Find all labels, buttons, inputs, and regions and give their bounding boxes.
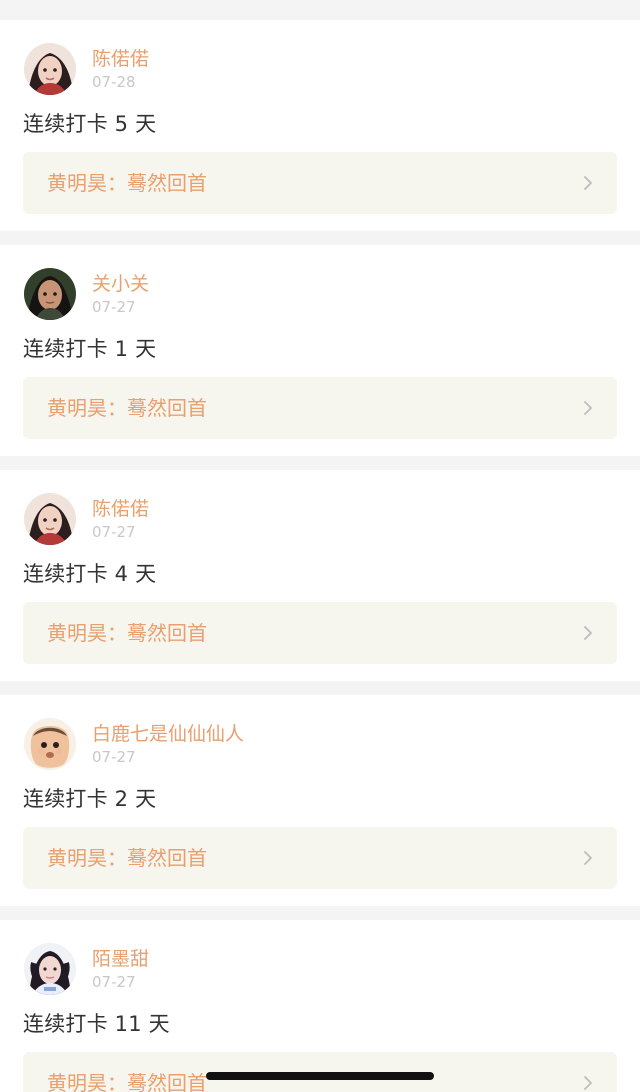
checkin-post: 陌墨甜 07-27 连续打卡 11 天 黄明昊：蓦然回首	[0, 920, 640, 1092]
song-link-card[interactable]: 黄明昊：蓦然回首	[23, 827, 617, 889]
song-link-text: 黄明昊：蓦然回首	[47, 171, 207, 195]
top-gap	[0, 0, 640, 20]
avatar[interactable]	[24, 493, 76, 545]
song-link-card[interactable]: 黄明昊：蓦然回首	[23, 602, 617, 664]
streak-text: 连续打卡 5 天	[23, 112, 157, 136]
checkin-post: 关小关 07-27 连续打卡 1 天 黄明昊：蓦然回首	[0, 245, 640, 456]
chevron-right-icon	[581, 1074, 595, 1092]
song-link-card[interactable]: 黄明昊：蓦然回首	[23, 152, 617, 214]
avatar[interactable]	[24, 718, 76, 770]
home-indicator[interactable]	[206, 1072, 434, 1080]
avatar[interactable]	[24, 43, 76, 95]
chevron-right-icon	[581, 399, 595, 417]
username[interactable]: 关小关	[92, 273, 149, 296]
avatar-icon	[24, 718, 76, 770]
post-header: 陌墨甜 07-27	[23, 942, 617, 996]
post-meta: 关小关 07-27	[92, 268, 149, 320]
post-header: 陈偌偌 07-27	[23, 492, 617, 546]
avatar-icon	[24, 268, 76, 320]
username[interactable]: 白鹿七是仙仙仙人	[92, 723, 244, 746]
checkin-post: 陈偌偌 07-27 连续打卡 4 天 黄明昊：蓦然回首	[0, 470, 640, 681]
post-date: 07-27	[92, 522, 136, 541]
checkin-feed: 陈偌偌 07-28 连续打卡 5 天 黄明昊：蓦然回首 关小关 07-27 连续…	[0, 0, 640, 1092]
song-link-card[interactable]: 黄明昊：蓦然回首	[23, 377, 617, 439]
avatar-icon	[24, 943, 76, 995]
checkin-post: 陈偌偌 07-28 连续打卡 5 天 黄明昊：蓦然回首	[0, 20, 640, 231]
username[interactable]: 陈偌偌	[92, 498, 149, 521]
chevron-right-icon	[581, 174, 595, 192]
song-link-text: 黄明昊：蓦然回首	[47, 1071, 207, 1092]
chevron-right-icon	[581, 849, 595, 867]
username[interactable]: 陈偌偌	[92, 48, 149, 71]
chevron-right-icon	[581, 624, 595, 642]
post-meta: 陈偌偌 07-28	[92, 43, 149, 95]
streak-text: 连续打卡 2 天	[23, 787, 157, 811]
avatar[interactable]	[24, 268, 76, 320]
streak-text: 连续打卡 11 天	[23, 1012, 170, 1036]
song-link-text: 黄明昊：蓦然回首	[47, 621, 207, 645]
username[interactable]: 陌墨甜	[92, 948, 149, 971]
post-date: 07-27	[92, 972, 136, 991]
song-link-text: 黄明昊：蓦然回首	[47, 396, 207, 420]
avatar-icon	[24, 493, 76, 545]
post-header: 陈偌偌 07-28	[23, 42, 617, 96]
post-meta: 白鹿七是仙仙仙人 07-27	[92, 718, 244, 770]
post-date: 07-28	[92, 72, 136, 91]
post-date: 07-27	[92, 747, 136, 766]
streak-text: 连续打卡 1 天	[23, 337, 157, 361]
checkin-post: 白鹿七是仙仙仙人 07-27 连续打卡 2 天 黄明昊：蓦然回首	[0, 695, 640, 906]
post-date: 07-27	[92, 297, 136, 316]
avatar[interactable]	[24, 943, 76, 995]
post-header: 白鹿七是仙仙仙人 07-27	[23, 717, 617, 771]
post-meta: 陈偌偌 07-27	[92, 493, 149, 545]
song-link-text: 黄明昊：蓦然回首	[47, 846, 207, 870]
post-header: 关小关 07-27	[23, 267, 617, 321]
post-meta: 陌墨甜 07-27	[92, 943, 149, 995]
avatar-icon	[24, 43, 76, 95]
streak-text: 连续打卡 4 天	[23, 562, 157, 586]
